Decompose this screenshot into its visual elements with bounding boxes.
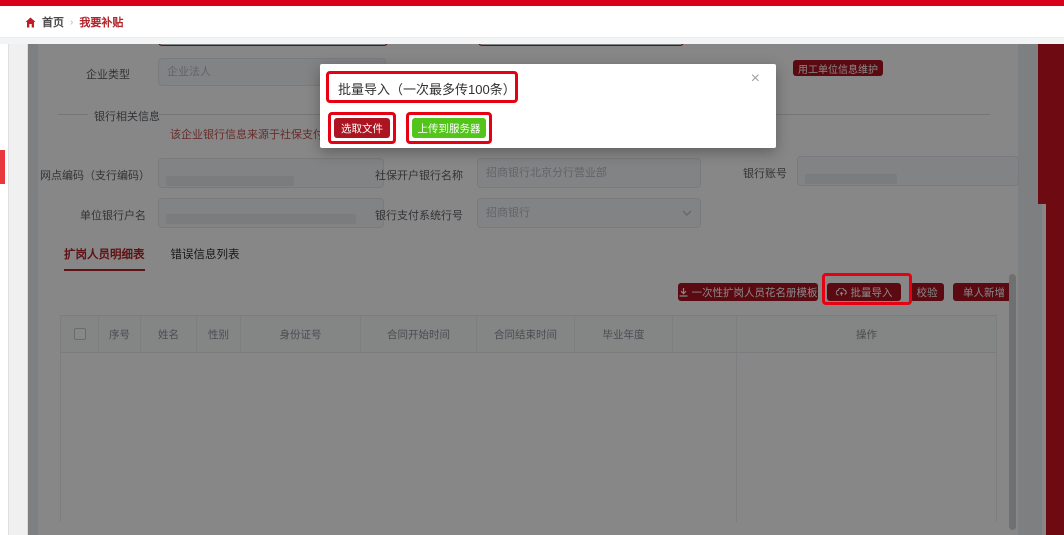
close-icon[interactable]: × bbox=[751, 70, 760, 88]
breadcrumb-home[interactable]: 首页 bbox=[42, 14, 64, 30]
left-gutter-strip bbox=[8, 44, 28, 535]
breadcrumb: 首页 › 我要补贴 bbox=[25, 14, 123, 30]
top-red-bar bbox=[0, 0, 1064, 6]
page-header: 首页 › 我要补贴 bbox=[0, 6, 1064, 38]
breadcrumb-current: 我要补贴 bbox=[79, 14, 123, 30]
home-icon[interactable] bbox=[25, 17, 36, 28]
upload-to-server-button[interactable]: 上传到服务器 bbox=[412, 118, 486, 138]
modal-title: 批量导入（一次最多传100条） bbox=[338, 79, 516, 98]
batch-import-modal: 批量导入（一次最多传100条） × 选取文件 上传到服务器 bbox=[320, 64, 776, 148]
left-edge-red-marker bbox=[0, 150, 5, 184]
screen: 企业类型 企业法人 用工单位信息维护 银行相关信息 该企业银行信息来源于社保支付… bbox=[0, 0, 1064, 535]
select-file-button[interactable]: 选取文件 bbox=[334, 118, 390, 138]
breadcrumb-separator: › bbox=[70, 17, 73, 28]
